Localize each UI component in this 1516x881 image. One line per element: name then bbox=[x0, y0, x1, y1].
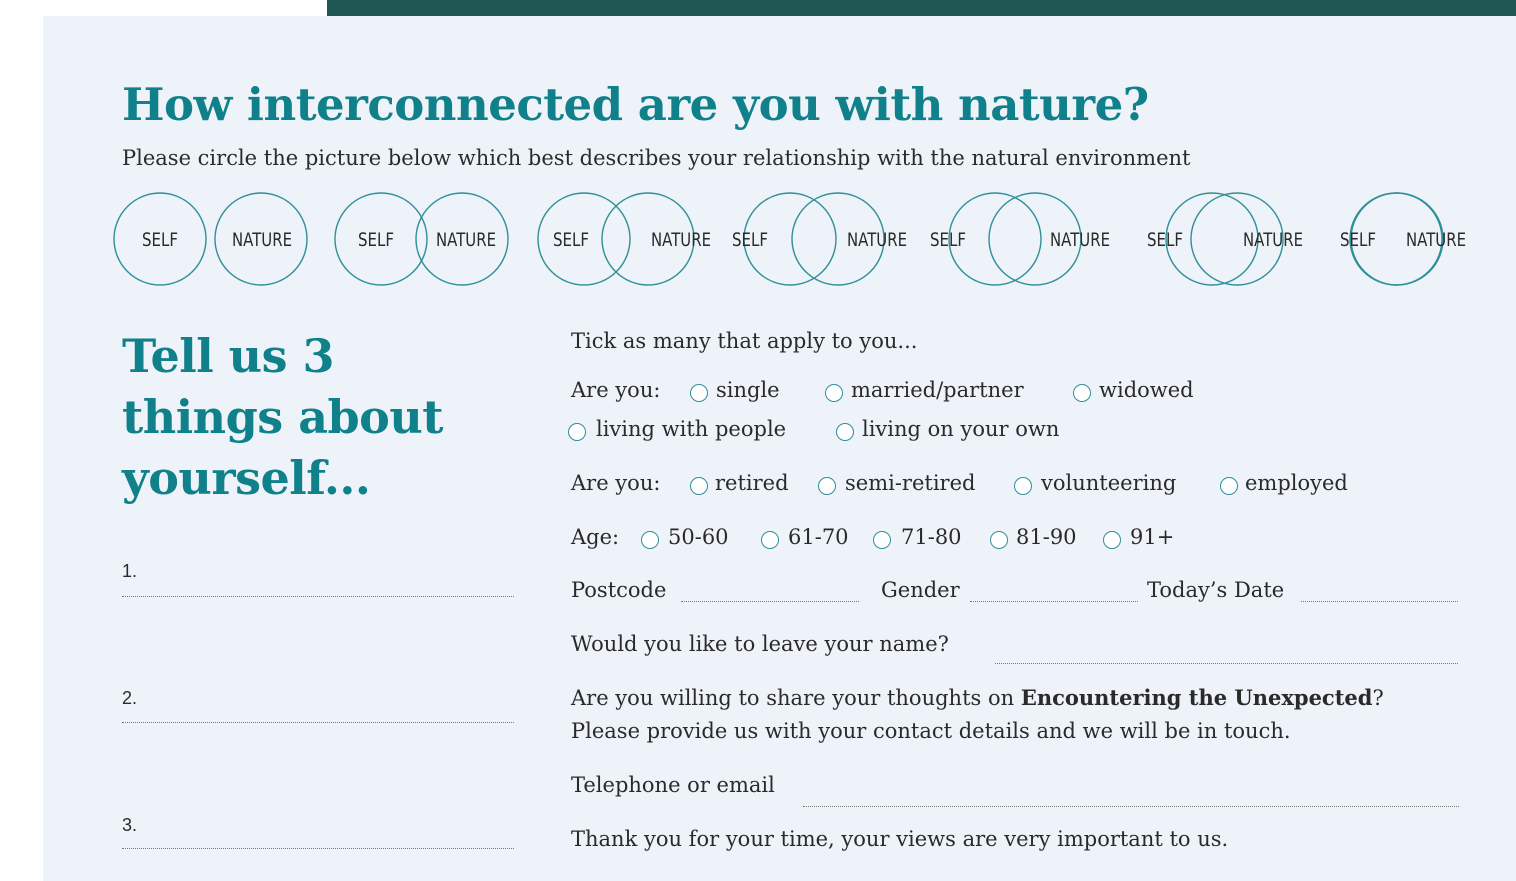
answer-number-2: 2. bbox=[122, 688, 138, 708]
share-question: Are you willing to share your thoughts o… bbox=[571, 685, 1384, 710]
self-label: SELF bbox=[358, 229, 394, 251]
postcode-label: Postcode bbox=[571, 578, 667, 602]
radio-living-with-people[interactable] bbox=[568, 423, 586, 441]
option-age-61-70: 61-70 bbox=[788, 525, 849, 549]
diagram-option-2[interactable]: SELF NATURE bbox=[334, 192, 509, 286]
contact-field[interactable] bbox=[803, 806, 1459, 807]
thank-you-note: Thank you for your time, your views are … bbox=[571, 827, 1229, 851]
option-age-50-60: 50-60 bbox=[668, 525, 729, 549]
share-suffix: ? bbox=[1372, 686, 1384, 710]
radio-age-91-plus[interactable] bbox=[1103, 531, 1121, 549]
radio-employed[interactable] bbox=[1220, 477, 1238, 495]
name-field[interactable] bbox=[995, 663, 1458, 664]
radio-living-alone[interactable] bbox=[836, 423, 854, 441]
diagram-option-3[interactable]: SELF NATURE bbox=[537, 192, 711, 286]
option-semi-retired: semi-retired bbox=[845, 471, 976, 495]
option-age-71-80: 71-80 bbox=[901, 525, 962, 549]
option-living-with-people: living with people bbox=[596, 417, 787, 441]
tick-instructions: Tick as many that apply to you... bbox=[571, 329, 918, 353]
diagram-option-7[interactable]: SELF NATURE bbox=[1340, 192, 1466, 286]
gender-field[interactable] bbox=[970, 601, 1138, 602]
work-prompt: Are you: bbox=[571, 471, 661, 495]
date-field[interactable] bbox=[1301, 601, 1458, 602]
option-living-alone: living on your own bbox=[862, 417, 1060, 441]
nature-label: NATURE bbox=[1243, 229, 1303, 251]
nature-label: NATURE bbox=[847, 229, 907, 251]
postcode-field[interactable] bbox=[681, 601, 859, 602]
diagram-option-6[interactable]: SELF NATURE bbox=[1147, 192, 1303, 286]
contact-label: Telephone or email bbox=[571, 773, 775, 797]
self-label: SELF bbox=[142, 229, 178, 251]
nature-label: NATURE bbox=[1050, 229, 1110, 251]
answer-line-2[interactable] bbox=[122, 722, 514, 723]
option-single: single bbox=[716, 378, 780, 402]
nature-label: NATURE bbox=[436, 229, 496, 251]
share-bold-title: Encountering the Unexpected bbox=[1020, 685, 1373, 710]
option-employed: employed bbox=[1245, 471, 1348, 495]
option-volunteering: volunteering bbox=[1041, 471, 1177, 495]
about-yourself-heading: Tell us 3 things about yourself... bbox=[122, 329, 444, 505]
nature-connection-diagrams: SELF NATURE SELF NATURE SELF NATURE SELF NATURE… bbox=[113, 192, 1466, 286]
option-married: married/partner bbox=[851, 378, 1024, 402]
status-prompt: Are you: bbox=[571, 378, 661, 402]
nature-label: NATURE bbox=[651, 229, 711, 251]
nature-label: NATURE bbox=[1406, 229, 1466, 251]
radio-widowed[interactable] bbox=[1073, 384, 1091, 402]
share-prefix: Are you willing to share your thoughts o… bbox=[571, 686, 1021, 710]
option-retired: retired bbox=[715, 471, 789, 495]
self-label: SELF bbox=[553, 229, 589, 251]
radio-age-50-60[interactable] bbox=[641, 531, 659, 549]
name-prompt: Would you like to leave your name? bbox=[571, 632, 949, 656]
radio-semi-retired[interactable] bbox=[818, 477, 836, 495]
diagram-option-1[interactable]: SELF NATURE bbox=[113, 192, 308, 286]
age-prompt: Age: bbox=[571, 525, 620, 549]
self-label: SELF bbox=[1340, 229, 1376, 251]
radio-age-71-80[interactable] bbox=[873, 531, 891, 549]
answer-number-1: 1. bbox=[122, 561, 138, 581]
radio-retired[interactable] bbox=[690, 477, 708, 495]
answer-line-1[interactable] bbox=[122, 596, 514, 597]
radio-age-81-90[interactable] bbox=[990, 531, 1008, 549]
option-age-81-90: 81-90 bbox=[1016, 525, 1077, 549]
radio-married[interactable] bbox=[825, 384, 843, 402]
answer-line-3[interactable] bbox=[122, 848, 514, 849]
self-label: SELF bbox=[732, 229, 768, 251]
radio-age-61-70[interactable] bbox=[761, 531, 779, 549]
option-age-91-plus: 91+ bbox=[1130, 525, 1175, 549]
date-label: Today’s Date bbox=[1147, 578, 1285, 602]
radio-volunteering[interactable] bbox=[1014, 477, 1032, 495]
share-instructions: Please provide us with your contact deta… bbox=[571, 719, 1291, 743]
option-widowed: widowed bbox=[1099, 378, 1194, 402]
radio-single[interactable] bbox=[690, 384, 708, 402]
diagram-option-5[interactable]: SELF NATURE bbox=[930, 192, 1110, 286]
nature-label: NATURE bbox=[232, 229, 292, 251]
answer-number-3: 3. bbox=[122, 815, 138, 835]
gender-label: Gender bbox=[881, 578, 960, 602]
self-label: SELF bbox=[1147, 229, 1183, 251]
self-label: SELF bbox=[930, 229, 966, 251]
diagram-option-4[interactable]: SELF NATURE bbox=[732, 192, 907, 286]
